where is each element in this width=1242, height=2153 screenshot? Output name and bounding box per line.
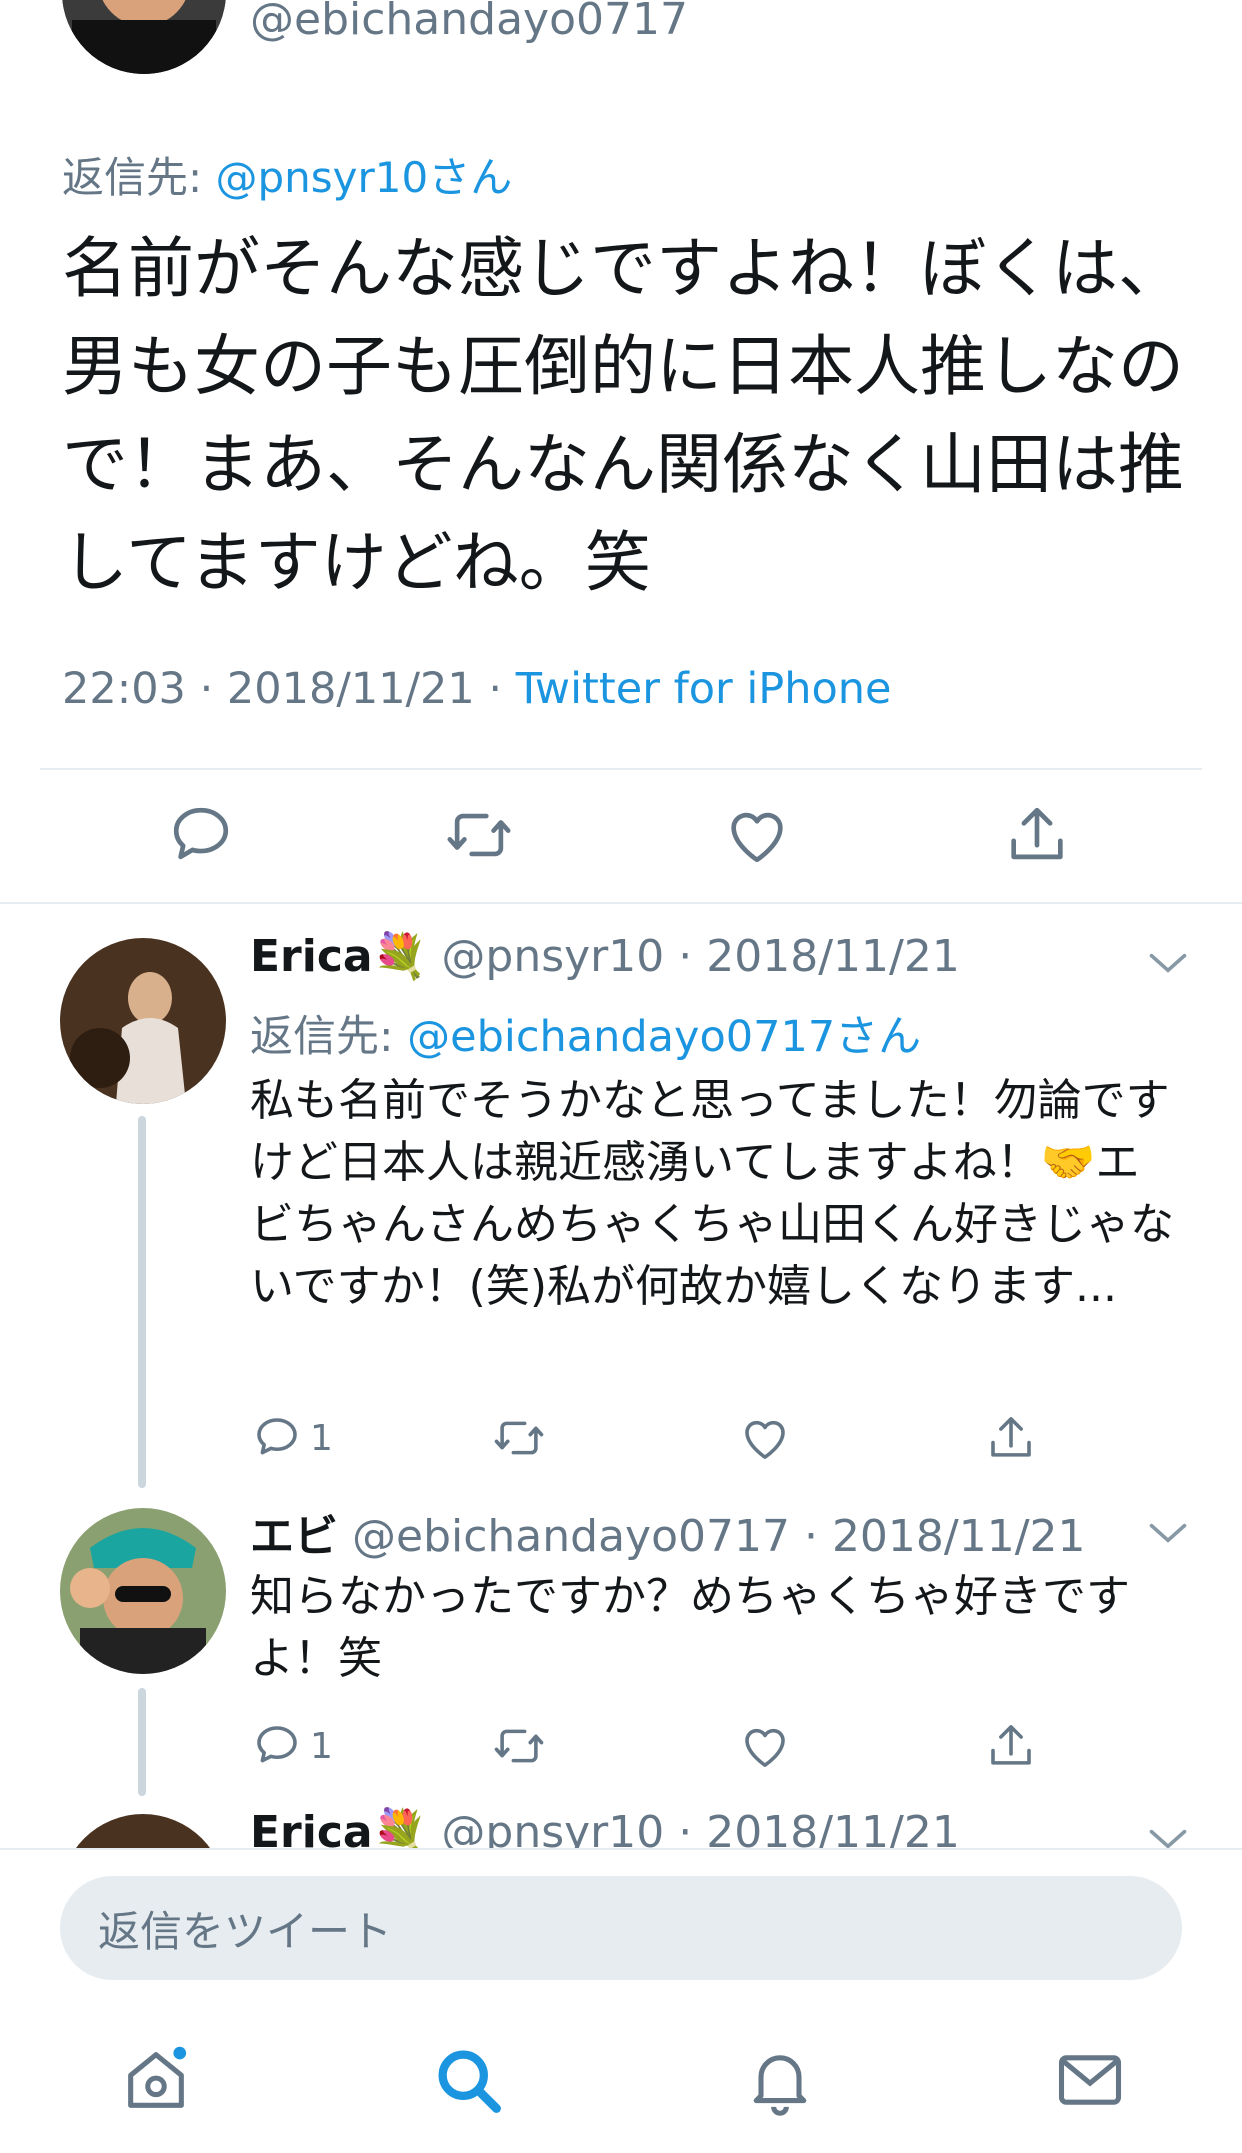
like-icon: [745, 1728, 785, 1767]
reply-input-placeholder: 返信をツイート: [98, 1906, 393, 1956]
divider: [0, 902, 1242, 904]
avatar-erica[interactable]: [60, 938, 226, 1104]
avatar-ebi[interactable]: [60, 1508, 226, 1674]
retweet-button[interactable]: [492, 1410, 546, 1466]
like-icon: [731, 812, 783, 863]
retweet-icon: [494, 1421, 544, 1455]
reply-count: 1: [310, 1417, 333, 1459]
like-button[interactable]: [738, 1410, 792, 1466]
reply-button[interactable]: 1: [250, 1718, 333, 1774]
author-handle[interactable]: @ebichandayo0717 · 2018/11/21: [352, 1511, 1086, 1562]
share-button[interactable]: [984, 1718, 1038, 1774]
reply-header: Erica💐 @pnsyr10 · 2018/11/21: [250, 930, 960, 982]
search-icon: [438, 2050, 501, 2113]
reply-to-link[interactable]: @pnsyr10さん: [216, 153, 513, 202]
thread-line: [138, 1116, 146, 1488]
share-icon: [1011, 807, 1063, 860]
retweet-icon: [494, 1729, 544, 1763]
reply-icon: [173, 807, 229, 860]
retweet-icon: [447, 813, 511, 857]
tab-messages[interactable]: [1052, 2042, 1128, 2118]
author-name[interactable]: エビ: [250, 1511, 338, 1562]
chevron-down-icon[interactable]: [1146, 948, 1190, 978]
reply-prefix: 返信先:: [62, 153, 216, 202]
reply-count: 1: [310, 1725, 333, 1767]
thread-line: [138, 1688, 146, 1796]
reply-to-link[interactable]: @ebichandayo0717さん: [407, 1012, 921, 1062]
author-handle[interactable]: @pnsyr10 · 2018/11/21: [441, 931, 959, 982]
reply-input[interactable]: 返信をツイート: [60, 1876, 1182, 1980]
tweet-source[interactable]: Twitter for iPhone: [516, 664, 892, 714]
like-button[interactable]: [722, 800, 792, 870]
author-name[interactable]: Erica💐: [250, 931, 427, 982]
tweet-time: 22:03 · 2018/11/21 ·: [62, 664, 516, 714]
notifications-icon: [753, 2055, 807, 2116]
home-icon: [128, 2046, 187, 2108]
reply-to-line: 返信先: @pnsyr10さん: [62, 144, 512, 205]
share-button[interactable]: [984, 1410, 1038, 1466]
reply-icon: [257, 1726, 297, 1763]
reply-text: 私も名前でそうかなと思ってました！勿論ですけど日本人は親近感湧いてしますよね！🤝…: [250, 1075, 1174, 1312]
reply-icon: [257, 1418, 297, 1455]
like-icon: [745, 1420, 785, 1459]
avatar-ebi[interactable]: [62, 0, 226, 74]
reply-prefix: 返信先:: [250, 1012, 408, 1062]
reply-text: 知らなかったですか？めちゃくちゃ好きですよ！笑: [250, 1571, 1130, 1684]
author-handle[interactable]: @ebichandayo0717: [250, 0, 688, 45]
share-button[interactable]: [1002, 800, 1072, 870]
chevron-down-icon[interactable]: [1146, 1518, 1190, 1548]
retweet-button[interactable]: [492, 1718, 546, 1774]
tweet-text: 名前がそんな感じですよね！ぼくは、男も女の子も圧倒的に日本人推しなので！まあ、そ…: [62, 230, 1184, 601]
tab-notifications[interactable]: [742, 2042, 818, 2118]
reply-header: エビ @ebichandayo0717 · 2018/11/21: [250, 1500, 1086, 1564]
divider: [40, 768, 1202, 770]
reply-to-line: 返信先: @ebichandayo0717さん: [250, 1002, 921, 1064]
messages-icon: [1058, 2055, 1122, 2105]
like-button[interactable]: [738, 1718, 792, 1774]
share-icon: [991, 1725, 1031, 1765]
retweet-button[interactable]: [444, 800, 514, 870]
tweet-meta: 22:03 · 2018/11/21 · Twitter for iPhone: [62, 664, 892, 714]
reply-button[interactable]: [166, 800, 236, 870]
share-icon: [991, 1417, 1031, 1457]
reply-button[interactable]: 1: [250, 1410, 333, 1466]
tab-search[interactable]: [430, 2042, 506, 2118]
tab-home[interactable]: [118, 2042, 194, 2118]
